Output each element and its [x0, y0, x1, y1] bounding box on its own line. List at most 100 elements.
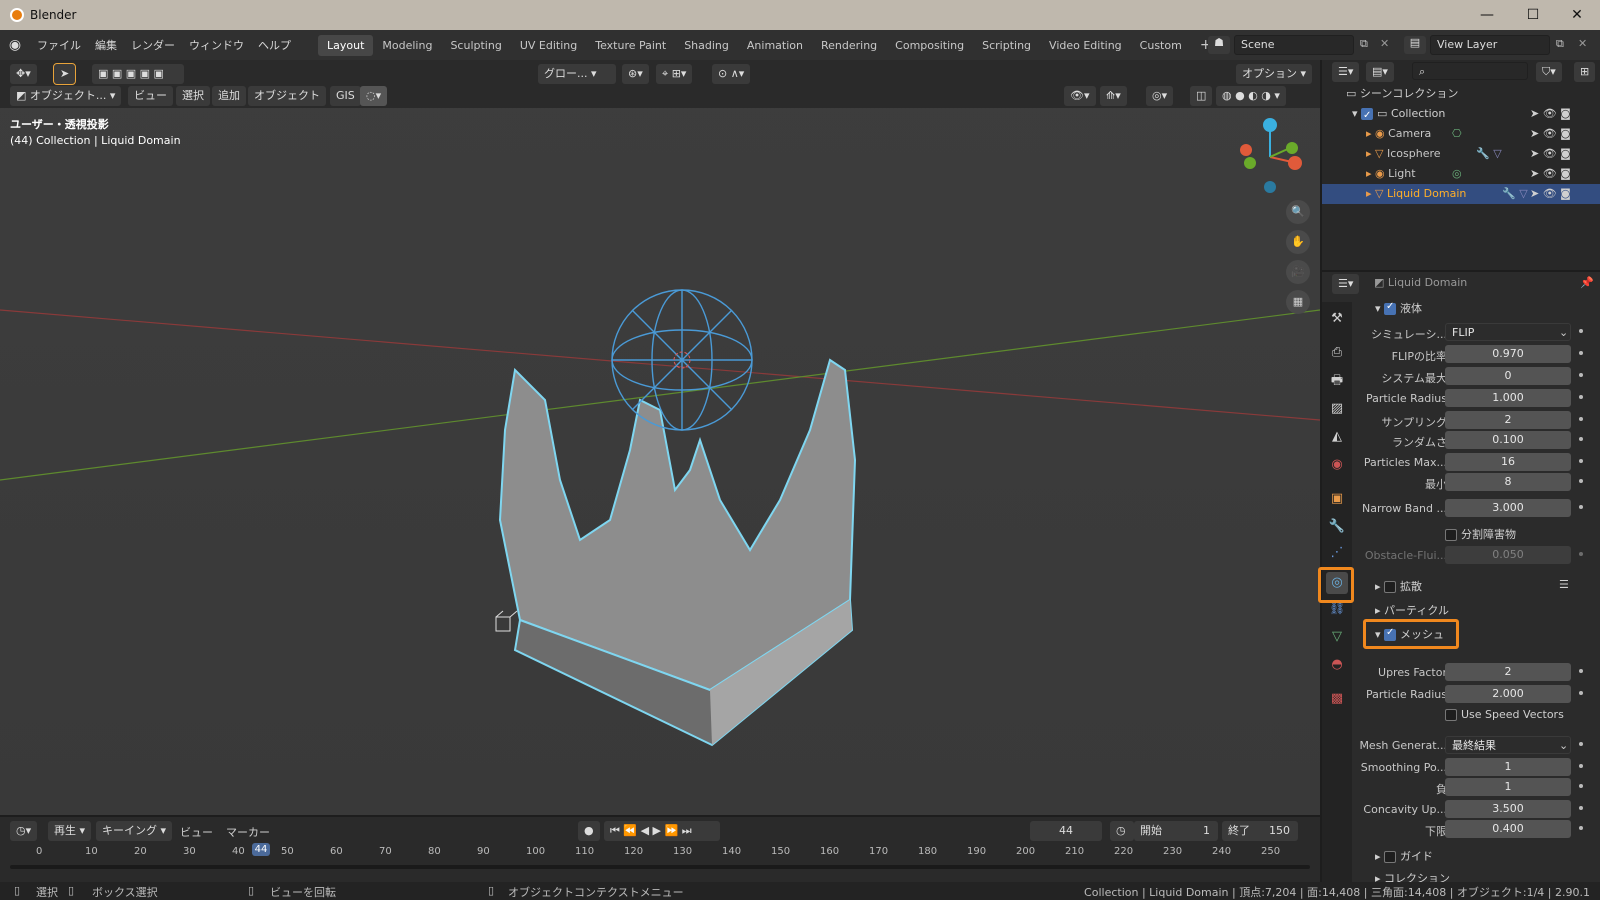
tab-shading[interactable]: Shading: [675, 35, 738, 56]
particles-section[interactable]: ▸ パーティクル: [1355, 600, 1595, 620]
menu-window[interactable]: ウィンドウ: [182, 37, 251, 53]
view-layer-icon[interactable]: ▤: [1404, 36, 1426, 54]
tree-icosphere[interactable]: ▸ ▽ Icosphere 🔧 ▽ ➤ 👁 ◙: [1322, 144, 1600, 164]
pin-icon[interactable]: 📌: [1580, 276, 1594, 289]
property-number-field[interactable]: 1: [1445, 758, 1571, 776]
transform-orientation-dropdown[interactable]: グロー... ▾: [538, 64, 616, 84]
tab-rendering[interactable]: Rendering: [812, 35, 886, 56]
keyframe-dot-icon[interactable]: [1579, 351, 1583, 355]
menu-view[interactable]: ビュー: [128, 86, 173, 106]
tab-scripting[interactable]: Scripting: [973, 35, 1040, 56]
keyframe-dot-icon[interactable]: [1579, 437, 1583, 441]
properties-editor-icon[interactable]: ☰▾: [1332, 274, 1360, 294]
view-layer-field[interactable]: View Layer: [1430, 35, 1550, 55]
xray-icon[interactable]: ◫: [1190, 86, 1213, 106]
tree-camera[interactable]: ▸ ◉ Camera ⎔ ➤ 👁 ◙: [1322, 124, 1600, 144]
menu-view-timeline[interactable]: ビュー: [180, 824, 213, 840]
keyframe-dot-icon[interactable]: [1579, 373, 1583, 377]
property-dropdown[interactable]: 最終結果: [1445, 736, 1571, 754]
fractional-obstacles-checkbox[interactable]: [1445, 529, 1457, 541]
keyframe-dot-icon[interactable]: [1579, 329, 1583, 333]
property-number-field[interactable]: 2: [1445, 411, 1571, 429]
tab-animation[interactable]: Animation: [738, 35, 812, 56]
select-tool-icon[interactable]: ➤: [52, 63, 77, 85]
tab-texture-paint[interactable]: Texture Paint: [586, 35, 675, 56]
keyframe-dot-icon[interactable]: [1579, 479, 1583, 483]
keyframe-dot-icon[interactable]: [1579, 669, 1583, 673]
liquid-checkbox[interactable]: [1384, 301, 1397, 315]
render-tab-icon[interactable]: ⎙: [1326, 342, 1348, 364]
grid-view-icon[interactable]: ▦: [1286, 290, 1310, 314]
tool-tab-icon[interactable]: ⚒: [1326, 308, 1348, 330]
property-number-field[interactable]: 1.000: [1445, 389, 1571, 407]
pivot-icon[interactable]: ⊛▾: [622, 64, 649, 84]
liquid-section-header[interactable]: ▾ 液体: [1355, 298, 1595, 318]
diffusion-checkbox[interactable]: [1384, 581, 1397, 593]
material-tab-icon[interactable]: ◓: [1326, 654, 1348, 676]
world-tab-icon[interactable]: ◉: [1326, 454, 1348, 476]
timeline-editor-icon[interactable]: ◷▾: [10, 821, 38, 841]
tab-compositing[interactable]: Compositing: [886, 35, 973, 56]
playhead-frame-label[interactable]: 44: [251, 843, 271, 856]
camera-view-icon[interactable]: 🎥: [1286, 260, 1310, 284]
property-number-field[interactable]: 16: [1445, 453, 1571, 471]
property-number-field[interactable]: 3.000: [1445, 499, 1571, 517]
keyframe-dot-icon[interactable]: [1579, 395, 1583, 399]
diffusion-section[interactable]: ▸ 拡散 ☰: [1355, 576, 1595, 596]
tab-video-editing[interactable]: Video Editing: [1040, 35, 1131, 56]
start-frame-field[interactable]: 開始 1: [1134, 821, 1218, 841]
gis-extra-icon[interactable]: ◌▾: [360, 86, 388, 106]
keyframe-dot-icon[interactable]: [1579, 826, 1583, 830]
preset-list-icon[interactable]: ☰: [1559, 578, 1569, 591]
tab-modeling[interactable]: Modeling: [373, 35, 441, 56]
delete-view-layer-icon[interactable]: ✕: [1578, 37, 1587, 50]
property-number-field[interactable]: 3.500: [1445, 800, 1571, 818]
record-icon[interactable]: ●: [578, 821, 600, 841]
overlay-icon[interactable]: ◎▾: [1146, 86, 1174, 106]
keyframe-dot-icon[interactable]: [1579, 806, 1583, 810]
property-number-field[interactable]: 8: [1445, 473, 1571, 491]
display-mode-icon[interactable]: ▤▾: [1366, 62, 1394, 82]
visibility-icon[interactable]: 👁▾: [1064, 86, 1096, 106]
playback-controls[interactable]: ⏮ ⏪ ◀ ▶ ⏩ ⏭: [604, 821, 720, 841]
tab-uv-editing[interactable]: UV Editing: [511, 35, 586, 56]
options-dropdown[interactable]: オプション ▾: [1236, 64, 1313, 84]
keyframe-dot-icon[interactable]: [1579, 459, 1583, 463]
object-tab-icon[interactable]: ▣: [1326, 488, 1348, 510]
menu-add[interactable]: 追加: [212, 86, 246, 106]
collection-visibility-icons[interactable]: ➤ 👁 ◙: [1530, 104, 1571, 124]
keyframe-dot-icon[interactable]: [1579, 764, 1583, 768]
property-number-field[interactable]: 0.970: [1445, 345, 1571, 363]
menu-gis[interactable]: GIS: [330, 86, 361, 106]
texture-tab-icon[interactable]: ▩: [1326, 688, 1348, 710]
tab-layout[interactable]: Layout: [318, 34, 374, 56]
liquid-domain-visibility-icons[interactable]: ➤ 👁 ◙: [1530, 184, 1571, 204]
keyframe-dot-icon[interactable]: [1579, 417, 1583, 421]
menu-marker[interactable]: マーカー: [226, 824, 270, 840]
menu-edit[interactable]: 編集: [88, 37, 124, 53]
tab-custom[interactable]: Custom: [1131, 35, 1191, 56]
tree-collection[interactable]: ▾ ▭ Collection➤ 👁 ◙: [1322, 104, 1600, 126]
new-collection-icon[interactable]: ⊞: [1574, 62, 1596, 82]
pan-hand-icon[interactable]: ✋: [1286, 230, 1310, 254]
collection-section[interactable]: ▸ コレクション: [1355, 868, 1595, 882]
menu-object[interactable]: オブジェクト: [248, 86, 326, 106]
minimize-button[interactable]: —: [1464, 0, 1510, 30]
property-dropdown[interactable]: FLIP: [1445, 323, 1571, 341]
menu-render[interactable]: レンダー: [124, 37, 182, 53]
current-frame-field[interactable]: 44: [1030, 821, 1102, 841]
property-number-field[interactable]: 0.100: [1445, 431, 1571, 449]
editor-type-button[interactable]: ✥▾: [10, 64, 37, 84]
modifier-tab-icon[interactable]: 🔧: [1326, 516, 1348, 538]
delete-scene-icon[interactable]: ✕: [1380, 37, 1389, 50]
use-speed-vectors-checkbox[interactable]: [1445, 709, 1457, 721]
property-number-field[interactable]: 2: [1445, 663, 1571, 681]
property-number-field[interactable]: 0: [1445, 367, 1571, 385]
outliner-editor-icon[interactable]: ☰▾: [1332, 62, 1360, 82]
menu-help[interactable]: ヘルプ: [251, 37, 298, 53]
proportional-edit-icon[interactable]: ⊙ ∧▾: [712, 64, 751, 84]
data-tab-icon[interactable]: ▽: [1326, 626, 1348, 648]
zoom-icon[interactable]: 🔍: [1286, 200, 1310, 224]
shading-modes-icons[interactable]: ◍ ● ◐ ◑ ▾: [1216, 86, 1286, 106]
view-layer-tab-icon[interactable]: ▨: [1326, 398, 1348, 420]
